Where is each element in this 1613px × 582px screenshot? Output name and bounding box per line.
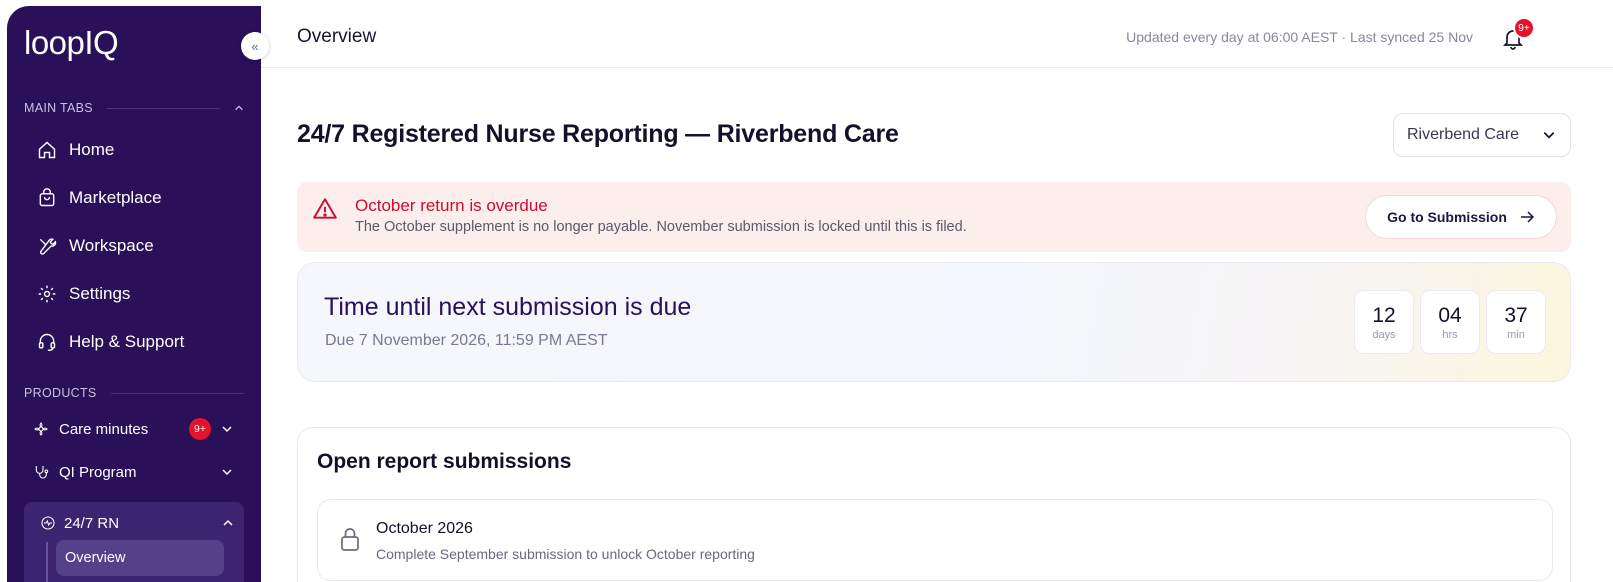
- chevron-up-icon: [235, 105, 243, 111]
- sidebar-item-marketplace[interactable]: Marketplace: [37, 183, 162, 213]
- countdown-due-date: Due 7 November 2026, 11:59 PM AEST: [325, 332, 608, 349]
- sidebar-item-label: Workspace: [69, 236, 154, 255]
- countdown-hours: 04 hrs: [1420, 290, 1480, 354]
- tools-icon: [39, 238, 57, 255]
- topbar: Overview Updated every day at 06:00 AEST…: [261, 0, 1613, 68]
- countdown-minutes-label: min: [1507, 329, 1525, 341]
- lock-icon: [341, 528, 359, 551]
- main-tabs-label: MAIN TABS: [24, 101, 93, 115]
- facility-select[interactable]: Riverbend Care: [1393, 113, 1571, 157]
- submission-description: Complete September submission to unlock …: [376, 546, 755, 562]
- sync-status: Updated every day at 06:00 AEST · Last s…: [1126, 29, 1473, 45]
- submission-name: October 2026: [376, 520, 473, 537]
- products-section: PRODUCTS: [24, 386, 244, 400]
- page-title: Overview: [297, 26, 377, 47]
- overdue-alert: October return is overdue The October su…: [297, 182, 1571, 252]
- stethoscope-icon: [35, 466, 49, 479]
- countdown-days: 12 days: [1354, 290, 1414, 354]
- heartbeat-icon: [41, 516, 55, 530]
- logo: loopIQ: [24, 24, 119, 61]
- collapse-sidebar-button[interactable]: «: [241, 32, 269, 60]
- sidebar-item-qi-program[interactable]: QI Program: [33, 458, 233, 486]
- section-title: Open report submissions: [317, 450, 572, 473]
- notification-badge: 9+: [1513, 17, 1535, 39]
- open-submissions-panel: Open report submissions October 2026 Com…: [297, 427, 1571, 582]
- sidebar-item-workspace[interactable]: Workspace: [37, 231, 154, 261]
- flower-icon: [34, 422, 48, 436]
- sidebar-item-label: Care minutes: [59, 420, 149, 438]
- headset-icon: [38, 333, 56, 352]
- sidebar-subitem-overview[interactable]: Overview: [56, 540, 224, 576]
- tree-line: [46, 542, 48, 582]
- countdown-card: Time until next submission is due Due 7 …: [297, 262, 1571, 382]
- sidebar-item-label: Settings: [69, 284, 131, 303]
- countdown-days-value: 12: [1372, 304, 1396, 327]
- warning-icon: [313, 198, 337, 219]
- countdown-title: Time until next submission is due: [324, 293, 692, 321]
- sidebar-item-label: QI Program: [59, 463, 137, 481]
- countdown-hours-label: hrs: [1442, 329, 1458, 341]
- submission-item[interactable]: October 2026 Complete September submissi…: [317, 499, 1553, 581]
- countdown-hours-value: 04: [1438, 304, 1462, 327]
- home-icon: [38, 141, 56, 159]
- products-label: PRODUCTS: [24, 386, 97, 400]
- gear-icon: [38, 285, 56, 303]
- countdown-days-label: days: [1372, 329, 1396, 341]
- sidebar-item-label: Home: [69, 140, 115, 159]
- shopping-bag-icon: [39, 188, 55, 207]
- alert-title: October return is overdue: [355, 196, 548, 215]
- chevron-down-icon: [1543, 132, 1555, 139]
- report-heading: 24/7 Registered Nurse Reporting — Riverb…: [297, 120, 899, 148]
- sidebar-item-help[interactable]: Help & Support: [37, 327, 184, 357]
- main-tabs-section[interactable]: MAIN TABS: [24, 101, 244, 115]
- chevron-down-icon[interactable]: [221, 423, 233, 435]
- arrow-right-icon: [1520, 211, 1534, 223]
- app-root: loopIQ MAIN TABS Home Marketplace Worksp…: [0, 0, 1613, 582]
- facility-select-value: Riverbend Care: [1407, 126, 1520, 143]
- sidebar-item-label: 24/7 RN: [64, 514, 120, 532]
- button-label: Go to Submission: [1387, 209, 1507, 225]
- countdown-minutes: 37 min: [1486, 290, 1546, 354]
- sidebar-item-label: Help & Support: [69, 332, 185, 351]
- sidebar-item-care-minutes[interactable]: Care minutes 9+: [33, 415, 233, 443]
- go-to-submission-button[interactable]: Go to Submission: [1365, 195, 1557, 239]
- sidebar-item-label: Marketplace: [69, 188, 162, 207]
- sidebar-item-home[interactable]: Home: [37, 135, 114, 165]
- countdown-minutes-value: 37: [1504, 304, 1528, 327]
- sidebar-item-247-rn[interactable]: 24/7 RN: [40, 510, 234, 536]
- chevron-up-icon[interactable]: [222, 517, 234, 529]
- alert-body: The October supplement is no longer paya…: [355, 219, 967, 235]
- chevron-down-icon[interactable]: [221, 466, 233, 478]
- sidebar-group-247-rn: 24/7 RN Overview: [24, 502, 244, 582]
- notification-badge: 9+: [189, 418, 211, 440]
- sidebar-item-settings[interactable]: Settings: [37, 279, 130, 309]
- sidebar: loopIQ MAIN TABS Home Marketplace Worksp…: [7, 6, 261, 582]
